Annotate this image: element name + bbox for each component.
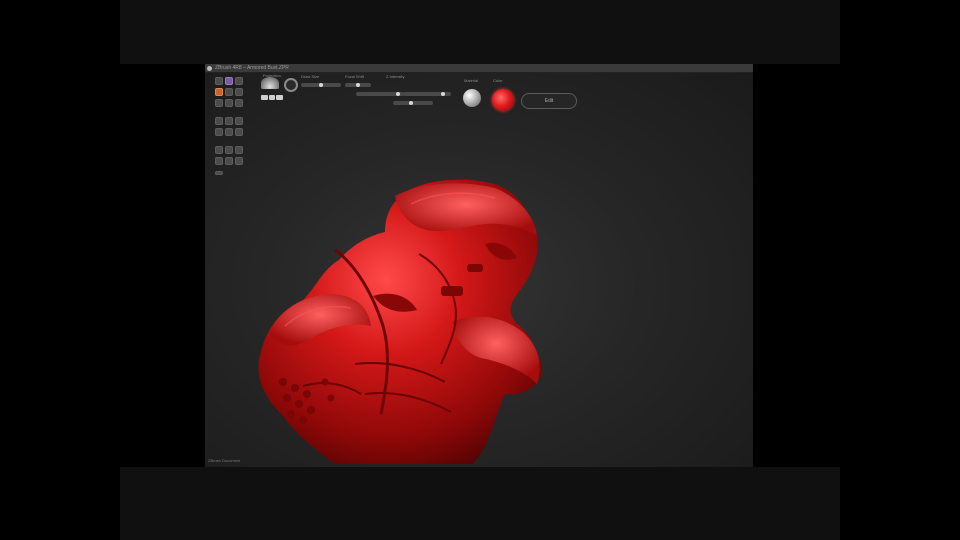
top-letterbox [120,0,840,64]
status-bar: ZBrush Document [208,458,241,463]
bottom-letterbox [120,467,840,540]
red-armored-bust-model [258,179,542,464]
sculpt-viewport[interactable] [205,64,753,467]
zbrush-window: ZBrush 4R8 – Armored Bust.ZPR Projection… [205,64,753,467]
left-pillarbox [0,0,120,540]
right-pillarbox [840,0,960,540]
